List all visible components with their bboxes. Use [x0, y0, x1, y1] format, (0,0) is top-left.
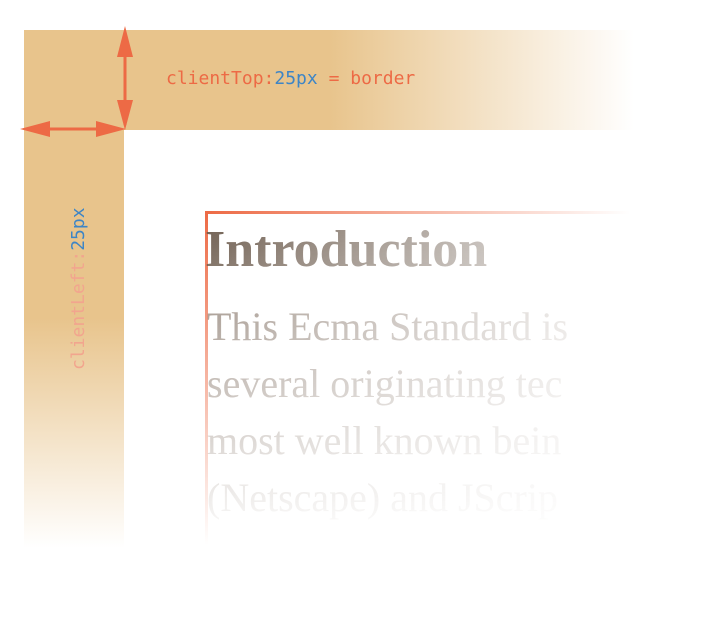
content-line: several originating tec [207, 361, 562, 406]
content-heading: Introduction [205, 221, 487, 278]
content-line: most well known bein [207, 418, 561, 463]
client-left-label: clientLeft:25px [68, 207, 89, 370]
client-top-label: clientTop:25px = border [166, 68, 415, 89]
client-top-left-diagram: clientTop:25px = border clientLeft:25px … [20, 26, 634, 550]
content-top-edge [205, 211, 633, 214]
content-area: Introduction This Ecma Standard is sever… [205, 211, 633, 550]
content-line: (Netscape) and JScrip [207, 475, 558, 520]
content-line: This Ecma Standard is [207, 304, 568, 349]
